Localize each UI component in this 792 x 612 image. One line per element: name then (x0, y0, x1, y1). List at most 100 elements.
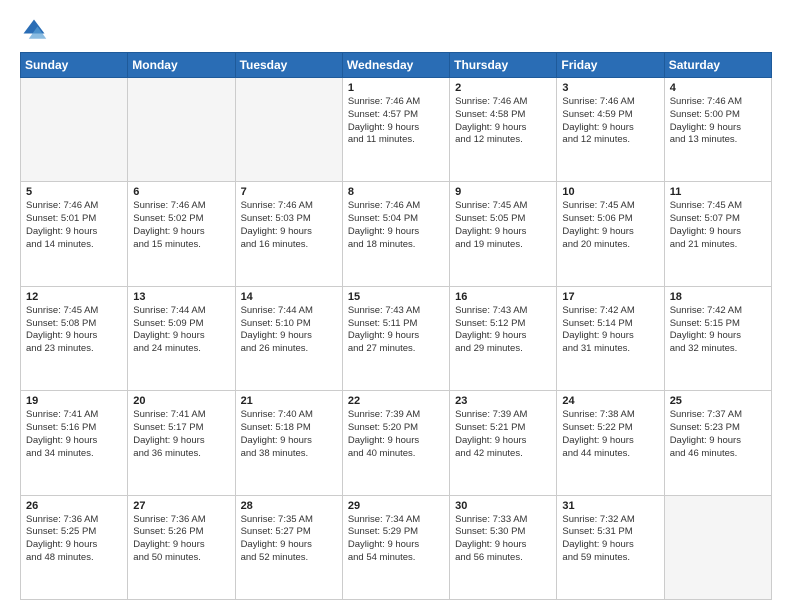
calendar-header-monday: Monday (128, 53, 235, 78)
day-number: 4 (670, 82, 766, 94)
page: SundayMondayTuesdayWednesdayThursdayFrid… (0, 0, 792, 612)
day-number: 21 (241, 395, 337, 407)
day-info: Sunrise: 7:34 AM Sunset: 5:29 PM Dayligh… (348, 514, 444, 565)
day-info: Sunrise: 7:32 AM Sunset: 5:31 PM Dayligh… (562, 514, 658, 565)
day-number: 18 (670, 291, 766, 303)
day-info: Sunrise: 7:35 AM Sunset: 5:27 PM Dayligh… (241, 514, 337, 565)
calendar-cell (235, 78, 342, 182)
day-info: Sunrise: 7:46 AM Sunset: 4:58 PM Dayligh… (455, 96, 551, 147)
day-number: 24 (562, 395, 658, 407)
day-info: Sunrise: 7:41 AM Sunset: 5:16 PM Dayligh… (26, 409, 122, 460)
calendar-cell: 29 Sunrise: 7:34 AM Sunset: 5:29 PM Dayli… (342, 495, 449, 599)
day-number: 10 (562, 186, 658, 198)
day-number: 28 (241, 500, 337, 512)
calendar-cell: 25 Sunrise: 7:37 AM Sunset: 5:23 PM Dayli… (664, 391, 771, 495)
day-number: 27 (133, 500, 229, 512)
day-number: 5 (26, 186, 122, 198)
calendar-week-5: 26 Sunrise: 7:36 AM Sunset: 5:25 PM Dayli… (21, 495, 772, 599)
calendar-cell: 23Sunrise: 7:39 AM Sunset: 5:21 PM Dayli… (450, 391, 557, 495)
day-info: Sunrise: 7:44 AM Sunset: 5:09 PM Dayligh… (133, 305, 229, 356)
calendar-header-row: SundayMondayTuesdayWednesdayThursdayFrid… (21, 53, 772, 78)
calendar-cell: 28 Sunrise: 7:35 AM Sunset: 5:27 PM Dayli… (235, 495, 342, 599)
day-info: Sunrise: 7:45 AM Sunset: 5:05 PM Dayligh… (455, 200, 551, 251)
calendar-cell: 12Sunrise: 7:45 AM Sunset: 5:08 PM Dayli… (21, 286, 128, 390)
day-number: 14 (241, 291, 337, 303)
day-info: Sunrise: 7:45 AM Sunset: 5:06 PM Dayligh… (562, 200, 658, 251)
day-number: 25 (670, 395, 766, 407)
day-number: 9 (455, 186, 551, 198)
calendar-cell: 9 Sunrise: 7:45 AM Sunset: 5:05 PM Daylig… (450, 182, 557, 286)
day-number: 2 (455, 82, 551, 94)
day-info: Sunrise: 7:33 AM Sunset: 5:30 PM Dayligh… (455, 514, 551, 565)
day-number: 3 (562, 82, 658, 94)
day-number: 7 (241, 186, 337, 198)
calendar-cell (128, 78, 235, 182)
day-info: Sunrise: 7:42 AM Sunset: 5:14 PM Dayligh… (562, 305, 658, 356)
day-number: 31 (562, 500, 658, 512)
calendar-header-sunday: Sunday (21, 53, 128, 78)
day-number: 15 (348, 291, 444, 303)
day-info: Sunrise: 7:42 AM Sunset: 5:15 PM Dayligh… (670, 305, 766, 356)
calendar-week-1: 1Sunrise: 7:46 AM Sunset: 4:57 PM Daylig… (21, 78, 772, 182)
calendar-cell: 13Sunrise: 7:44 AM Sunset: 5:09 PM Dayli… (128, 286, 235, 390)
calendar-cell: 27 Sunrise: 7:36 AM Sunset: 5:26 PM Dayli… (128, 495, 235, 599)
calendar-cell: 20 Sunrise: 7:41 AM Sunset: 5:17 PM Dayli… (128, 391, 235, 495)
day-info: Sunrise: 7:46 AM Sunset: 5:03 PM Dayligh… (241, 200, 337, 251)
calendar-header-saturday: Saturday (664, 53, 771, 78)
day-info: Sunrise: 7:46 AM Sunset: 4:57 PM Dayligh… (348, 96, 444, 147)
calendar-cell: 8Sunrise: 7:46 AM Sunset: 5:04 PM Daylig… (342, 182, 449, 286)
day-info: Sunrise: 7:36 AM Sunset: 5:26 PM Dayligh… (133, 514, 229, 565)
calendar-cell: 30 Sunrise: 7:33 AM Sunset: 5:30 PM Dayli… (450, 495, 557, 599)
day-info: Sunrise: 7:40 AM Sunset: 5:18 PM Dayligh… (241, 409, 337, 460)
day-info: Sunrise: 7:43 AM Sunset: 5:12 PM Dayligh… (455, 305, 551, 356)
day-number: 22 (348, 395, 444, 407)
day-number: 26 (26, 500, 122, 512)
calendar-week-2: 5 Sunrise: 7:46 AM Sunset: 5:01 PM Daylig… (21, 182, 772, 286)
day-number: 29 (348, 500, 444, 512)
calendar-header-tuesday: Tuesday (235, 53, 342, 78)
day-info: Sunrise: 7:41 AM Sunset: 5:17 PM Dayligh… (133, 409, 229, 460)
calendar-cell: 22 Sunrise: 7:39 AM Sunset: 5:20 PM Dayli… (342, 391, 449, 495)
day-info: Sunrise: 7:46 AM Sunset: 5:01 PM Dayligh… (26, 200, 122, 251)
day-info: Sunrise: 7:45 AM Sunset: 5:07 PM Dayligh… (670, 200, 766, 251)
calendar-header-thursday: Thursday (450, 53, 557, 78)
calendar-header-wednesday: Wednesday (342, 53, 449, 78)
day-info: Sunrise: 7:37 AM Sunset: 5:23 PM Dayligh… (670, 409, 766, 460)
calendar-cell: 2 Sunrise: 7:46 AM Sunset: 4:58 PM Daylig… (450, 78, 557, 182)
calendar-cell: 17Sunrise: 7:42 AM Sunset: 5:14 PM Dayli… (557, 286, 664, 390)
header (20, 16, 772, 44)
calendar-cell: 15 Sunrise: 7:43 AM Sunset: 5:11 PM Dayli… (342, 286, 449, 390)
calendar-cell: 10 Sunrise: 7:45 AM Sunset: 5:06 PM Dayli… (557, 182, 664, 286)
calendar-header-friday: Friday (557, 53, 664, 78)
day-info: Sunrise: 7:36 AM Sunset: 5:25 PM Dayligh… (26, 514, 122, 565)
logo-icon (20, 16, 48, 44)
day-info: Sunrise: 7:46 AM Sunset: 5:02 PM Dayligh… (133, 200, 229, 251)
calendar-cell: 24 Sunrise: 7:38 AM Sunset: 5:22 PM Dayli… (557, 391, 664, 495)
day-info: Sunrise: 7:46 AM Sunset: 5:00 PM Dayligh… (670, 96, 766, 147)
calendar-cell (664, 495, 771, 599)
calendar-cell: 19 Sunrise: 7:41 AM Sunset: 5:16 PM Dayli… (21, 391, 128, 495)
day-number: 20 (133, 395, 229, 407)
calendar-cell: 16 Sunrise: 7:43 AM Sunset: 5:12 PM Dayli… (450, 286, 557, 390)
day-number: 16 (455, 291, 551, 303)
calendar-cell: 26 Sunrise: 7:36 AM Sunset: 5:25 PM Dayli… (21, 495, 128, 599)
day-info: Sunrise: 7:39 AM Sunset: 5:20 PM Dayligh… (348, 409, 444, 460)
day-number: 23 (455, 395, 551, 407)
day-number: 30 (455, 500, 551, 512)
calendar-cell: 21 Sunrise: 7:40 AM Sunset: 5:18 PM Dayli… (235, 391, 342, 495)
calendar-cell: 1Sunrise: 7:46 AM Sunset: 4:57 PM Daylig… (342, 78, 449, 182)
day-info: Sunrise: 7:43 AM Sunset: 5:11 PM Dayligh… (348, 305, 444, 356)
logo (20, 16, 52, 44)
day-info: Sunrise: 7:45 AM Sunset: 5:08 PM Dayligh… (26, 305, 122, 356)
calendar-cell: 31 Sunrise: 7:32 AM Sunset: 5:31 PM Dayli… (557, 495, 664, 599)
calendar-week-4: 19 Sunrise: 7:41 AM Sunset: 5:16 PM Dayli… (21, 391, 772, 495)
day-info: Sunrise: 7:44 AM Sunset: 5:10 PM Dayligh… (241, 305, 337, 356)
calendar-cell: 7 Sunrise: 7:46 AM Sunset: 5:03 PM Daylig… (235, 182, 342, 286)
day-info: Sunrise: 7:38 AM Sunset: 5:22 PM Dayligh… (562, 409, 658, 460)
calendar-cell: 14 Sunrise: 7:44 AM Sunset: 5:10 PM Dayli… (235, 286, 342, 390)
day-number: 19 (26, 395, 122, 407)
calendar-cell: 11 Sunrise: 7:45 AM Sunset: 5:07 PM Dayli… (664, 182, 771, 286)
day-number: 8 (348, 186, 444, 198)
day-number: 11 (670, 186, 766, 198)
calendar-table: SundayMondayTuesdayWednesdayThursdayFrid… (20, 52, 772, 600)
